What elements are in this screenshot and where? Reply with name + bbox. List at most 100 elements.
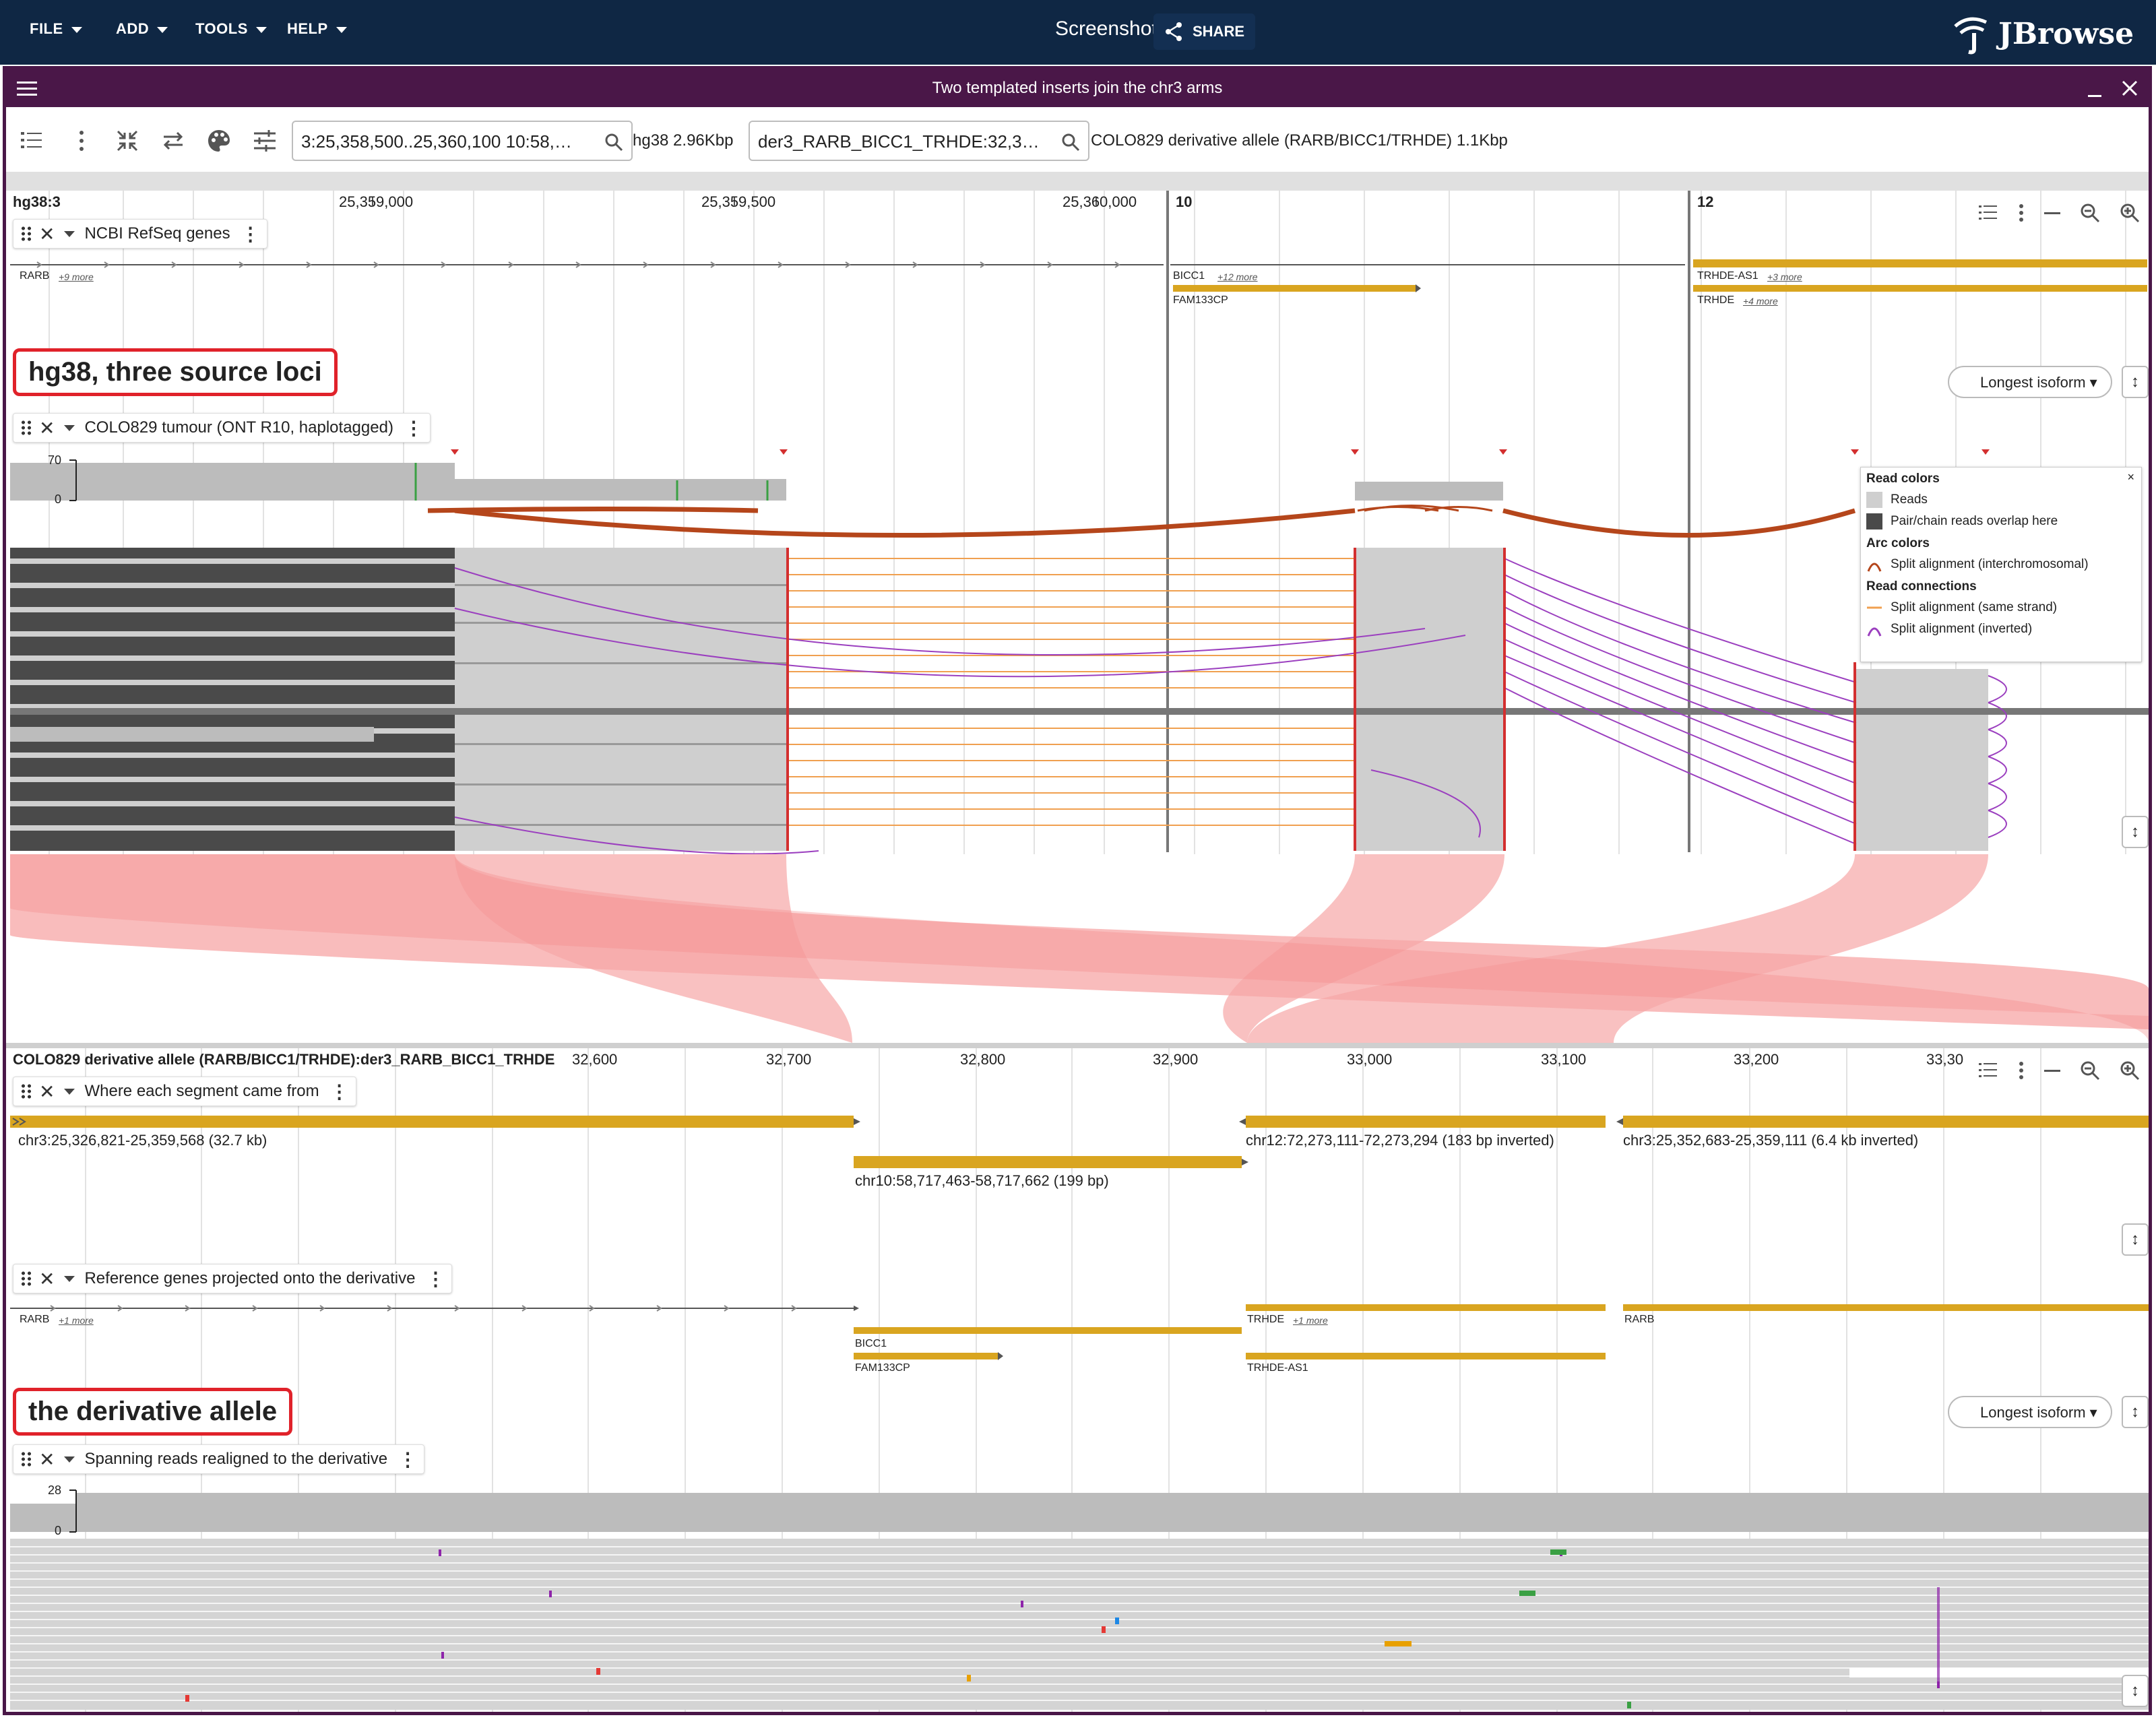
gene-label-rarb[interactable]: RARB bbox=[20, 1314, 49, 1326]
gene-more-link[interactable]: +12 more bbox=[1217, 271, 1258, 282]
track-selector-icon[interactable] bbox=[1978, 1061, 1998, 1080]
legend-text: Reads bbox=[1891, 492, 1928, 507]
resize-track-icon[interactable]: ↕ bbox=[2122, 1675, 2149, 1707]
tools-menu[interactable]: TOOLS bbox=[195, 20, 267, 38]
tune-icon[interactable] bbox=[253, 129, 277, 153]
zoom-out-icon[interactable] bbox=[2080, 1060, 2100, 1081]
genes-track-label[interactable]: ✕ NCBI RefSeq genes ⋮ bbox=[13, 219, 267, 249]
chevron-down-icon[interactable] bbox=[64, 1088, 75, 1095]
more-vert-icon[interactable] bbox=[2018, 203, 2025, 222]
close-track-icon[interactable]: ✕ bbox=[39, 1081, 55, 1103]
segments-track-label[interactable]: ✕ Where each segment came from ⋮ bbox=[13, 1077, 356, 1106]
drag-handle-icon[interactable] bbox=[20, 226, 32, 242]
share-button[interactable]: SHARE bbox=[1153, 13, 1256, 50]
more-vert-icon[interactable] bbox=[2018, 1061, 2025, 1080]
search-icon[interactable] bbox=[604, 133, 623, 152]
top-view-controls bbox=[1968, 196, 2149, 230]
longest-isoform-button[interactable]: Longest isoform ▾ bbox=[1948, 1396, 2112, 1428]
track-menu-icon[interactable]: ⋮ bbox=[241, 223, 260, 245]
coverage-max: 28 bbox=[48, 1483, 62, 1497]
close-track-icon[interactable]: ✕ bbox=[39, 1268, 55, 1290]
reads-track-label[interactable]: ✕ COLO829 tumour (ONT R10, haplotagged) ⋮ bbox=[13, 413, 431, 443]
resize-track-icon[interactable]: ↕ bbox=[2122, 1223, 2149, 1256]
gene-label-bicc1[interactable]: BICC1 bbox=[855, 1338, 887, 1350]
collapse-icon[interactable] bbox=[115, 129, 139, 153]
gene-label-trhde[interactable]: TRHDE bbox=[1697, 294, 1734, 307]
segment-label[interactable]: chr3:25,326,821-25,359,568 (32.7 kb) bbox=[18, 1132, 267, 1149]
gene-label-bicc1[interactable]: BICC1 bbox=[1173, 270, 1205, 282]
track-menu-icon[interactable]: ⋮ bbox=[398, 1448, 417, 1471]
segment-label[interactable]: chr10:58,717,463-58,717,662 (199 bp) bbox=[855, 1172, 1109, 1190]
file-menu[interactable]: FILE bbox=[30, 20, 82, 38]
drag-handle-icon[interactable] bbox=[20, 420, 32, 436]
gene-label-fam133cp[interactable]: FAM133CP bbox=[1173, 294, 1228, 307]
assembly-label-top: hg38 2.96Kbp bbox=[633, 131, 734, 150]
track-selector-icon[interactable] bbox=[1978, 203, 1998, 222]
session-name[interactable]: Screenshot bbox=[1055, 18, 1158, 40]
minimize-icon[interactable] bbox=[2043, 203, 2060, 222]
gene-label-rarb[interactable]: RARB bbox=[1624, 1314, 1654, 1326]
gene-label-trhde-as1[interactable]: TRHDE-AS1 bbox=[1247, 1362, 1308, 1374]
projected-genes-track-label[interactable]: ✕ Reference genes projected onto the der… bbox=[13, 1264, 453, 1293]
gene-label-trhde[interactable]: TRHDE bbox=[1247, 1314, 1284, 1326]
help-menu[interactable]: HELP bbox=[287, 20, 347, 38]
drag-handle-icon[interactable] bbox=[20, 1451, 32, 1467]
drag-handle-icon[interactable] bbox=[20, 1083, 32, 1099]
gene-more-link[interactable]: +9 more bbox=[59, 271, 94, 282]
resize-track-icon[interactable]: ↕ bbox=[2122, 816, 2149, 848]
legend-row: Split alignment (inverted) bbox=[1866, 621, 2136, 637]
synteny-ribbons bbox=[10, 854, 2149, 1043]
chevron-down-icon[interactable] bbox=[64, 1275, 75, 1282]
top-panel-graphics bbox=[10, 191, 2149, 854]
chevron-down-icon[interactable] bbox=[64, 424, 75, 431]
view-title: Two templated inserts join the chr3 arms bbox=[932, 79, 1223, 97]
close-track-icon[interactable]: ✕ bbox=[39, 417, 55, 439]
chevron-down-icon[interactable] bbox=[64, 230, 75, 237]
jbrowse-logo-icon bbox=[1954, 17, 1988, 55]
longest-isoform-button[interactable]: Longest isoform ▾ bbox=[1948, 366, 2112, 398]
more-vert-icon[interactable] bbox=[69, 129, 94, 153]
legend-row: Pair/chain reads overlap here bbox=[1866, 513, 2136, 530]
track-menu-icon[interactable]: ⋮ bbox=[330, 1081, 349, 1103]
close-icon[interactable]: × bbox=[2127, 470, 2134, 484]
chevron-down-icon[interactable] bbox=[64, 1456, 75, 1463]
zoom-in-icon[interactable] bbox=[2120, 203, 2140, 223]
track-selector-icon[interactable] bbox=[20, 129, 44, 153]
minimize-icon[interactable] bbox=[2043, 1061, 2060, 1080]
track-menu-icon[interactable]: ⋮ bbox=[404, 417, 423, 439]
location-input-bottom[interactable]: der3_RARB_BICC1_TRHDE:32,3… bbox=[749, 121, 1089, 161]
track-menu-icon[interactable]: ⋮ bbox=[426, 1268, 445, 1290]
gene-more-link[interactable]: +1 more bbox=[1293, 1315, 1328, 1326]
resize-track-icon[interactable]: ↕ bbox=[2122, 1396, 2149, 1428]
add-menu[interactable]: ADD bbox=[116, 20, 168, 38]
coverage-min: 0 bbox=[55, 1524, 62, 1537]
zoom-out-icon[interactable] bbox=[2080, 203, 2100, 223]
gene-more-link[interactable]: +3 more bbox=[1767, 271, 1802, 282]
close-track-icon[interactable]: ✕ bbox=[39, 1448, 55, 1471]
close-icon[interactable] bbox=[2122, 80, 2138, 96]
zoom-in-icon[interactable] bbox=[2120, 1060, 2140, 1081]
top-ruler-region: hg38:3 bbox=[13, 193, 61, 210]
segment-label[interactable]: chr3:25,352,683-25,359,111 (6.4 kb inver… bbox=[1623, 1132, 1918, 1149]
close-track-icon[interactable]: ✕ bbox=[39, 223, 55, 245]
gene-more-link[interactable]: +4 more bbox=[1743, 296, 1778, 307]
coverage-min: 0 bbox=[55, 492, 62, 506]
gene-label-trhde-as1[interactable]: TRHDE-AS1 bbox=[1697, 270, 1758, 282]
palette-icon[interactable] bbox=[207, 129, 231, 153]
gene-label-fam133cp[interactable]: FAM133CP bbox=[855, 1362, 910, 1374]
search-icon[interactable] bbox=[1061, 133, 1080, 152]
genes-track-name: NCBI RefSeq genes bbox=[84, 224, 230, 243]
caret-down-icon bbox=[71, 26, 82, 33]
gene-more-link[interactable]: +1 more bbox=[59, 1315, 94, 1326]
view-header: Two templated inserts join the chr3 arms bbox=[6, 69, 2149, 107]
gene-label-rarb[interactable]: RARB bbox=[20, 270, 49, 282]
segment-label[interactable]: chr12:72,273,111-72,273,294 (183 bp inve… bbox=[1246, 1132, 1554, 1149]
drag-handle-icon[interactable] bbox=[20, 1271, 32, 1287]
bottom-callout: the derivative allele bbox=[13, 1388, 293, 1436]
resize-track-icon[interactable]: ↕ bbox=[2122, 366, 2149, 398]
minimize-icon[interactable] bbox=[2088, 84, 2103, 98]
swap-icon[interactable] bbox=[161, 129, 185, 153]
spanning-reads-track-label[interactable]: ✕ Spanning reads realigned to the deriva… bbox=[13, 1444, 425, 1474]
location-input-top[interactable]: 3:25,358,500..25,360,100 10:58,… bbox=[292, 121, 633, 161]
coverage-max: 70 bbox=[48, 453, 62, 467]
